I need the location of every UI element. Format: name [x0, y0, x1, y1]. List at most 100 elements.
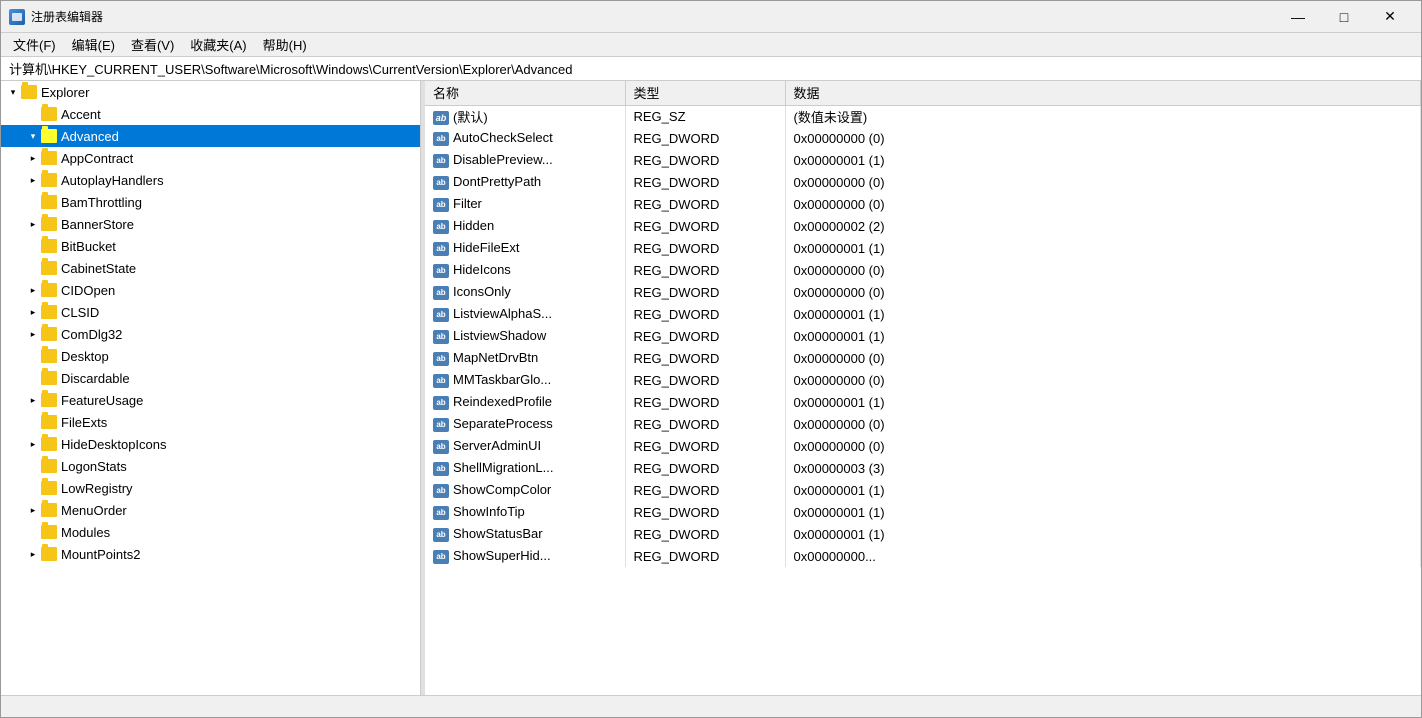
cell-data-14: 0x00000000 (0)	[785, 413, 1421, 435]
table-row[interactable]: abIconsOnlyREG_DWORD0x00000000 (0)	[425, 281, 1421, 303]
expand-btn-mountpoints2[interactable]: ▸	[25, 546, 41, 562]
tree-item-discardable[interactable]: Discardable	[1, 367, 420, 389]
tree-item-bitbucket[interactable]: BitBucket	[1, 235, 420, 257]
menu-item-文件F[interactable]: 文件(F)	[5, 33, 64, 56]
table-row[interactable]: abMapNetDrvBtnREG_DWORD0x00000000 (0)	[425, 347, 1421, 369]
expand-btn-featureusage[interactable]: ▸	[25, 392, 41, 408]
tree-item-accent[interactable]: Accent	[1, 103, 420, 125]
tree-label-logonstats: LogonStats	[61, 459, 127, 474]
table-row[interactable]: abShowStatusBarREG_DWORD0x00000001 (1)	[425, 523, 1421, 545]
maximize-button[interactable]: □	[1321, 1, 1367, 33]
tree-item-desktop[interactable]: Desktop	[1, 345, 420, 367]
folder-icon-bamthrottling	[41, 195, 57, 209]
table-row[interactable]: abShowSuperHid...REG_DWORD0x00000000...	[425, 545, 1421, 567]
menu-item-帮助H[interactable]: 帮助(H)	[255, 33, 315, 56]
cell-type-0: REG_SZ	[625, 105, 785, 127]
table-row[interactable]: abFilterREG_DWORD0x00000000 (0)	[425, 193, 1421, 215]
table-row[interactable]: abHideIconsREG_DWORD0x00000000 (0)	[425, 259, 1421, 281]
tree-item-logonstats[interactable]: LogonStats	[1, 455, 420, 477]
expand-btn-comdlg32[interactable]: ▸	[25, 326, 41, 342]
expand-btn-accent[interactable]	[25, 106, 41, 122]
tree-item-modules[interactable]: Modules	[1, 521, 420, 543]
expand-btn-explorer[interactable]: ▾	[5, 84, 21, 100]
tree-item-clsid[interactable]: ▸CLSID	[1, 301, 420, 323]
tree-item-explorer[interactable]: ▾Explorer	[1, 81, 420, 103]
table-row[interactable]: ab(默认)REG_SZ(数值未设置)	[425, 105, 1421, 127]
expand-btn-bitbucket[interactable]	[25, 238, 41, 254]
cell-type-14: REG_DWORD	[625, 413, 785, 435]
tree-item-mountpoints2[interactable]: ▸MountPoints2	[1, 543, 420, 565]
table-row[interactable]: abHiddenREG_DWORD0x00000002 (2)	[425, 215, 1421, 237]
expand-btn-modules[interactable]	[25, 524, 41, 540]
cell-data-20: 0x00000000...	[785, 545, 1421, 567]
menu-item-查看V[interactable]: 查看(V)	[123, 33, 182, 56]
tree-item-cidopen[interactable]: ▸CIDOpen	[1, 279, 420, 301]
window-controls: — □ ✕	[1275, 1, 1413, 33]
tree-item-advanced[interactable]: ▾Advanced	[1, 125, 420, 147]
menu-item-编辑E[interactable]: 编辑(E)	[64, 33, 123, 56]
minimize-button[interactable]: —	[1275, 1, 1321, 33]
expand-btn-logonstats[interactable]	[25, 458, 41, 474]
reg-name-10: ListviewShadow	[453, 328, 546, 343]
tree-label-desktop: Desktop	[61, 349, 109, 364]
expand-btn-bamthrottling[interactable]	[25, 194, 41, 210]
expand-btn-hidedesktopicons[interactable]: ▸	[25, 436, 41, 452]
expand-btn-fileexts[interactable]	[25, 414, 41, 430]
tree-item-menuorder[interactable]: ▸MenuOrder	[1, 499, 420, 521]
tree-item-hidedesktopicons[interactable]: ▸HideDesktopIcons	[1, 433, 420, 455]
tree-item-featureusage[interactable]: ▸FeatureUsage	[1, 389, 420, 411]
breadcrumb-text: 计算机\HKEY_CURRENT_USER\Software\Microsoft…	[9, 59, 573, 78]
table-row[interactable]: abDisablePreview...REG_DWORD0x00000001 (…	[425, 149, 1421, 171]
expand-btn-cidopen[interactable]: ▸	[25, 282, 41, 298]
expand-btn-desktop[interactable]	[25, 348, 41, 364]
expand-btn-lowregistry[interactable]	[25, 480, 41, 496]
table-row[interactable]: abShowInfoTipREG_DWORD0x00000001 (1)	[425, 501, 1421, 523]
expand-btn-clsid[interactable]: ▸	[25, 304, 41, 320]
table-row[interactable]: abServerAdminUIREG_DWORD0x00000000 (0)	[425, 435, 1421, 457]
tree-pane[interactable]: ▾ExplorerAccent▾Advanced▸AppContract▸Aut…	[1, 81, 421, 695]
tree-label-autoplayhandlers: AutoplayHandlers	[61, 173, 164, 188]
registry-editor-window: 注册表编辑器 — □ ✕ 文件(F)编辑(E)查看(V)收藏夹(A)帮助(H) …	[0, 0, 1422, 718]
expand-btn-cabinetstate[interactable]	[25, 260, 41, 276]
tree-item-comdlg32[interactable]: ▸ComDlg32	[1, 323, 420, 345]
table-row[interactable]: abReindexedProfileREG_DWORD0x00000001 (1…	[425, 391, 1421, 413]
cell-data-7: 0x00000000 (0)	[785, 259, 1421, 281]
table-row[interactable]: abShellMigrationL...REG_DWORD0x00000003 …	[425, 457, 1421, 479]
table-row[interactable]: abHideFileExtREG_DWORD0x00000001 (1)	[425, 237, 1421, 259]
expand-btn-appcontract[interactable]: ▸	[25, 150, 41, 166]
table-row[interactable]: abAutoCheckSelectREG_DWORD0x00000000 (0)	[425, 127, 1421, 149]
expand-btn-menuorder[interactable]: ▸	[25, 502, 41, 518]
cell-name-12: abMMTaskbarGlo...	[425, 369, 625, 391]
cell-type-8: REG_DWORD	[625, 281, 785, 303]
table-row[interactable]: abListviewAlphaS...REG_DWORD0x00000001 (…	[425, 303, 1421, 325]
cell-data-0: (数值未设置)	[785, 105, 1421, 127]
expand-btn-bannerstore[interactable]: ▸	[25, 216, 41, 232]
expand-btn-advanced[interactable]: ▾	[25, 128, 41, 144]
close-button[interactable]: ✕	[1367, 1, 1413, 33]
dword-icon: ab	[433, 286, 449, 300]
dword-icon: ab	[433, 154, 449, 168]
folder-icon-bannerstore	[41, 217, 57, 231]
menu-item-收藏夹A[interactable]: 收藏夹(A)	[182, 33, 254, 56]
tree-item-bamthrottling[interactable]: BamThrottling	[1, 191, 420, 213]
table-row[interactable]: abMMTaskbarGlo...REG_DWORD0x00000000 (0)	[425, 369, 1421, 391]
folder-icon-mountpoints2	[41, 547, 57, 561]
tree-item-autoplayhandlers[interactable]: ▸ AutoplayHandlers	[1, 169, 420, 191]
tree-item-bannerstore[interactable]: ▸BannerStore	[1, 213, 420, 235]
table-row[interactable]: abSeparateProcessREG_DWORD0x00000000 (0)	[425, 413, 1421, 435]
tree-item-cabinetstate[interactable]: CabinetState	[1, 257, 420, 279]
table-row[interactable]: abDontPrettyPathREG_DWORD0x00000000 (0)	[425, 171, 1421, 193]
tree-item-fileexts[interactable]: FileExts	[1, 411, 420, 433]
expand-btn-autoplayhandlers[interactable]: ▸	[25, 172, 41, 188]
data-pane[interactable]: 名称 类型 数据 ab(默认)REG_SZ(数值未设置)abAutoCheckS…	[425, 81, 1421, 695]
table-row[interactable]: abListviewShadowREG_DWORD0x00000001 (1)	[425, 325, 1421, 347]
expand-btn-discardable[interactable]	[25, 370, 41, 386]
table-row[interactable]: abShowCompColorREG_DWORD0x00000001 (1)	[425, 479, 1421, 501]
folder-icon-logonstats	[41, 459, 57, 473]
tree-item-appcontract[interactable]: ▸AppContract	[1, 147, 420, 169]
breadcrumb: 计算机\HKEY_CURRENT_USER\Software\Microsoft…	[1, 57, 1421, 81]
dword-icon: ab	[433, 418, 449, 432]
dword-icon: ab	[433, 132, 449, 146]
tree-item-lowregistry[interactable]: LowRegistry	[1, 477, 420, 499]
folder-icon-lowregistry	[41, 481, 57, 495]
